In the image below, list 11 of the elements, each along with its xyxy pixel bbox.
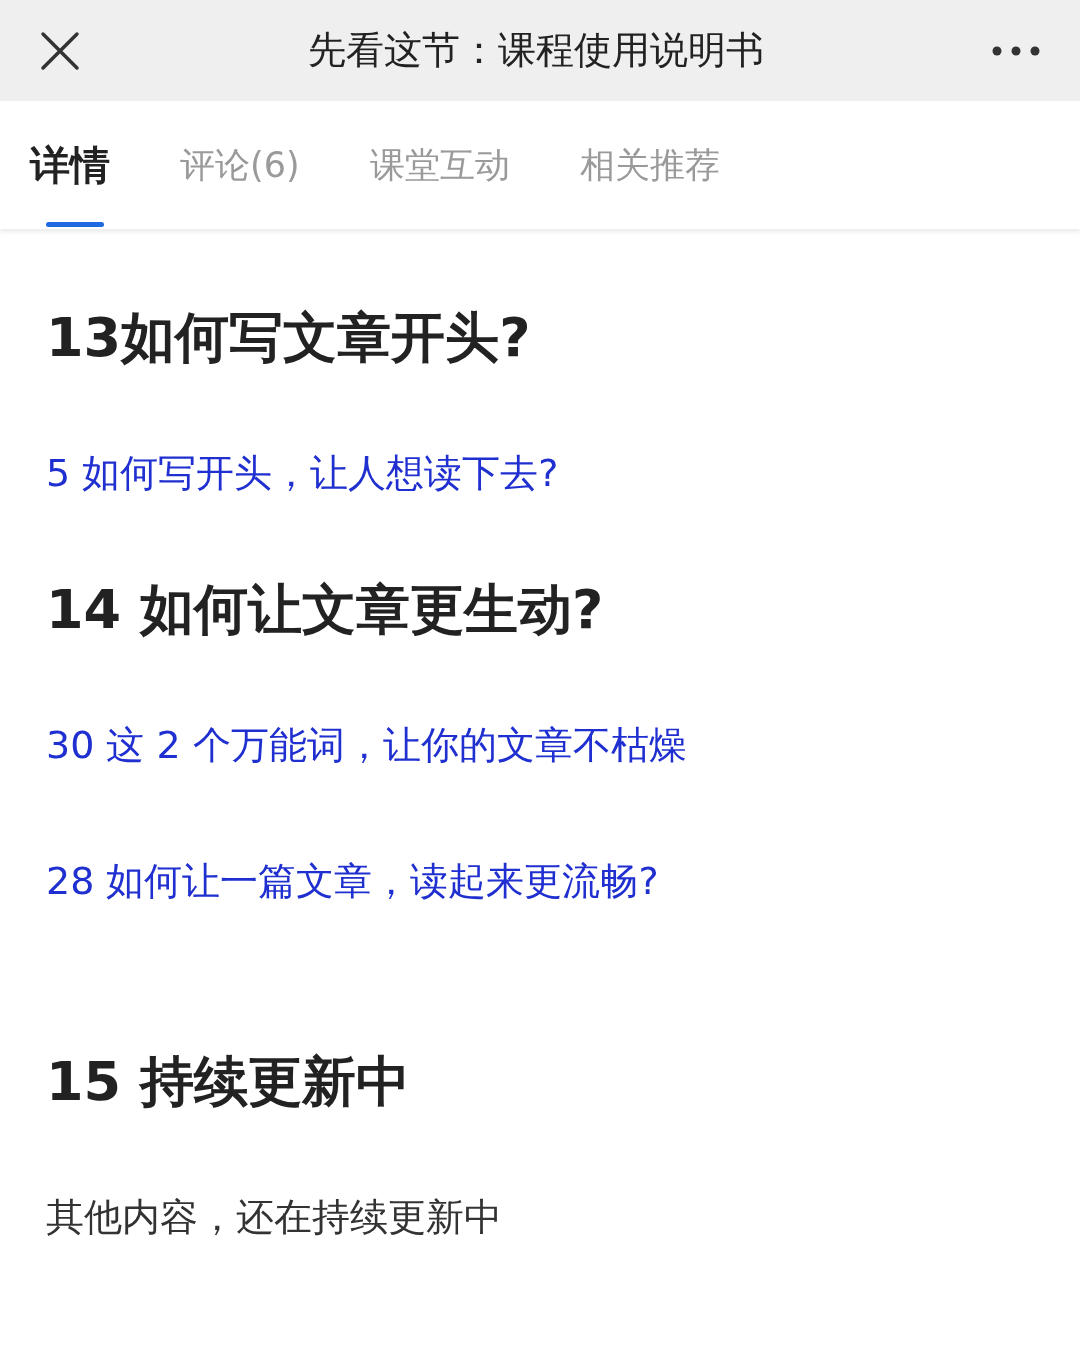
page-title: 先看这节：课程使用说明书 xyxy=(308,27,764,74)
lesson-link[interactable]: 28 如何让一篇文章，读起来更流畅? xyxy=(46,813,659,949)
section-heading: 15 持续更新中 xyxy=(46,1048,410,1115)
body-text: 其他内容，还在持续更新中 xyxy=(46,1193,502,1241)
lesson-link[interactable]: 5 如何写开头，让人想读下去? xyxy=(46,405,559,541)
close-icon[interactable] xyxy=(40,30,80,71)
section-heading: 13如何写文章开头? xyxy=(46,304,531,371)
tab[interactable]: 详情 xyxy=(30,101,110,229)
more-icon[interactable] xyxy=(992,45,1040,56)
lesson-link[interactable]: 30 这 2 个万能词，让你的文章不枯燥 xyxy=(46,677,687,813)
section-heading: 14 如何让文章更生动? xyxy=(46,576,604,643)
